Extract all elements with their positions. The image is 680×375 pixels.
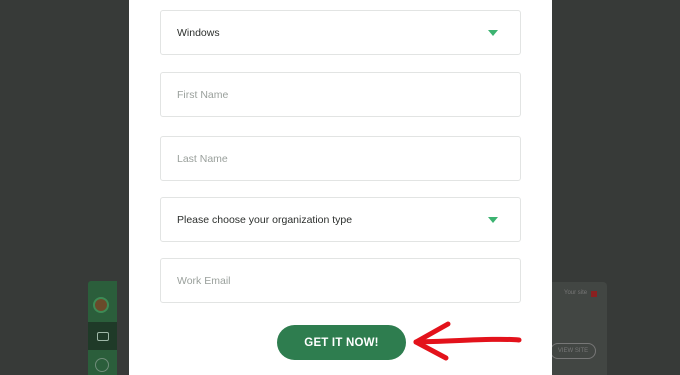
first-name-field[interactable]: First Name: [160, 72, 521, 117]
chevron-down-icon: [488, 216, 498, 223]
red-arrow-icon: [413, 321, 522, 361]
briefcase-icon: [96, 331, 109, 341]
get-it-now-button[interactable]: GET IT NOW!: [277, 325, 406, 360]
last-name-placeholder: Last Name: [177, 152, 228, 165]
background-briefcase-item: [88, 322, 117, 350]
background-circle-icon: [95, 358, 109, 372]
os-select-value: Windows: [177, 26, 220, 39]
organization-type-select[interactable]: Please choose your organization type: [160, 197, 521, 242]
os-select[interactable]: Windows: [160, 10, 521, 55]
your-site-label: Your site: [564, 290, 588, 296]
last-name-field[interactable]: Last Name: [160, 136, 521, 181]
first-name-placeholder: First Name: [177, 88, 229, 101]
work-email-placeholder: Work Email: [177, 274, 231, 287]
work-email-field[interactable]: Work Email: [160, 258, 521, 303]
status-square-icon: [591, 291, 597, 297]
chevron-down-icon: [488, 29, 498, 36]
organization-type-value: Please choose your organization type: [177, 213, 353, 226]
view-site-button: VIEW SITE: [550, 343, 596, 359]
avatar: [93, 297, 109, 313]
